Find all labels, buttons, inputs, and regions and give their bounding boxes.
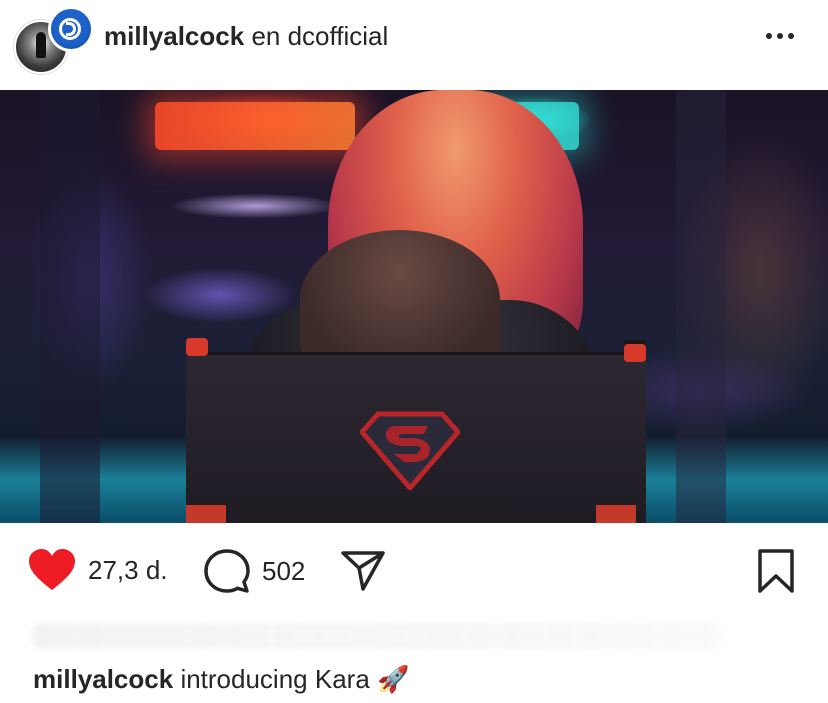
avatar-group[interactable] bbox=[14, 6, 94, 74]
bookmark-icon[interactable] bbox=[756, 548, 796, 594]
comment-count[interactable]: 502 bbox=[262, 556, 305, 587]
post-header: millyalcock en dcofficial bbox=[0, 0, 828, 88]
post-actions: 27,3 d. 502 bbox=[0, 540, 828, 604]
post-author-line: millyalcock en dcofficial bbox=[104, 20, 388, 52]
author-username[interactable]: millyalcock bbox=[104, 21, 244, 51]
paper-plane-icon[interactable] bbox=[340, 550, 386, 592]
superman-shield-icon bbox=[360, 411, 460, 490]
like-action[interactable]: 27,3 d. bbox=[28, 548, 168, 592]
comment-action[interactable]: 502 bbox=[204, 548, 305, 594]
rocket-emoji: 🚀 bbox=[377, 664, 410, 694]
collab-separator: en bbox=[251, 21, 281, 51]
post-image[interactable] bbox=[0, 90, 828, 523]
heart-filled-icon[interactable] bbox=[28, 548, 76, 592]
caption-text: introducing Kara bbox=[180, 664, 370, 694]
caption-username[interactable]: millyalcock bbox=[33, 664, 173, 694]
collab-account[interactable]: dcofficial bbox=[288, 21, 389, 51]
save-action[interactable] bbox=[756, 548, 796, 594]
dc-logo-icon[interactable] bbox=[48, 6, 94, 52]
share-action[interactable] bbox=[340, 550, 386, 592]
blurred-liked-by-line bbox=[32, 623, 722, 649]
like-count[interactable]: 27,3 d. bbox=[88, 555, 168, 586]
more-horizontal-icon[interactable] bbox=[766, 30, 806, 42]
comment-icon[interactable] bbox=[204, 548, 250, 594]
post-caption: millyalcock introducing Kara 🚀 bbox=[33, 663, 409, 695]
